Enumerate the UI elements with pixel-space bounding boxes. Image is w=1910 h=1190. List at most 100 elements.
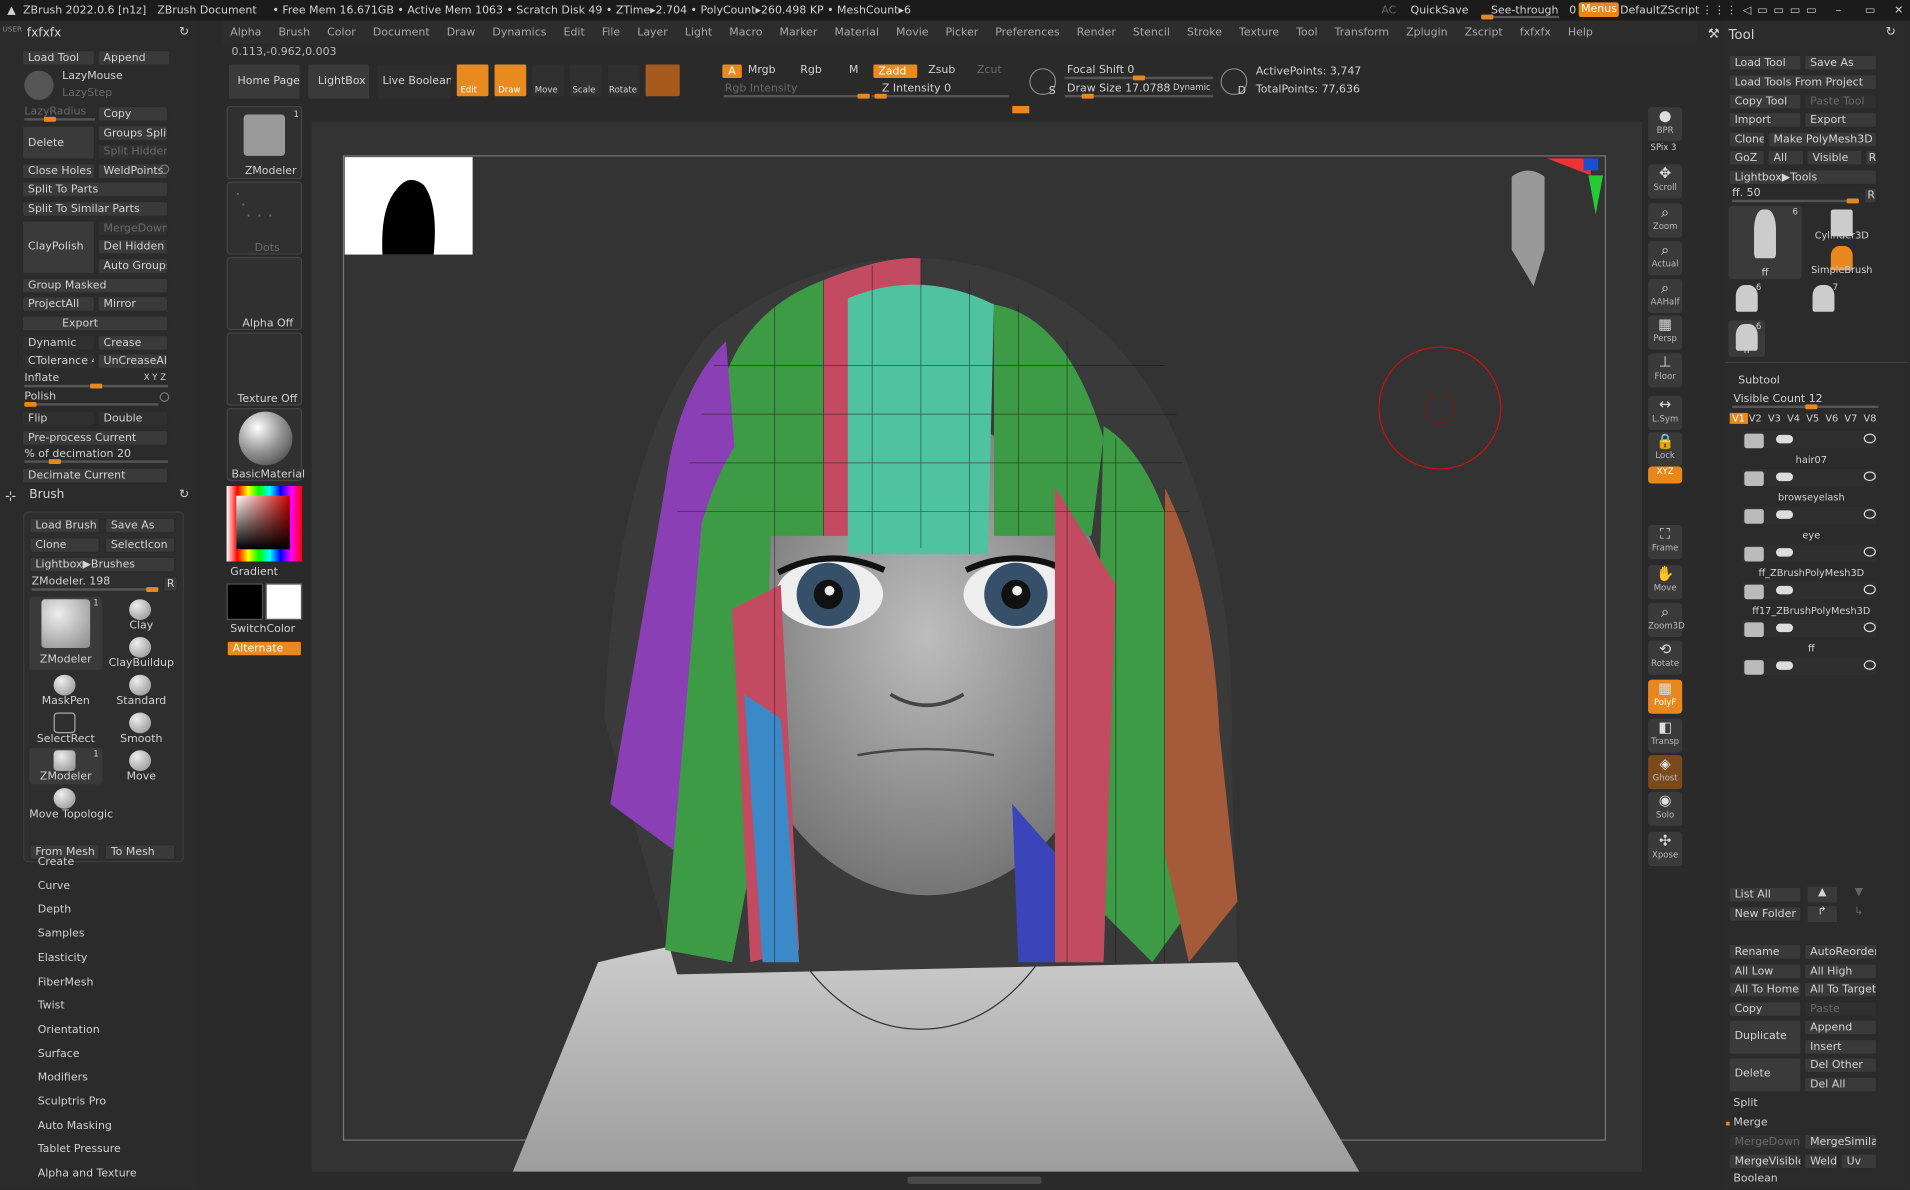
view-rotate-button[interactable]: ⟲ Rotate [1648,640,1683,675]
folder-arrow-icon[interactable]: ↱ [1807,906,1837,923]
auto-groups-button[interactable]: Auto Groups [97,258,169,275]
tool-clone-button[interactable]: Clone [1728,131,1766,148]
folder-out-icon[interactable]: ↳ [1844,906,1873,922]
view-scroll-button[interactable]: ✥ Scroll [1648,164,1683,199]
version-v2[interactable]: V2 [1749,413,1762,424]
version-v5[interactable]: V5 [1806,413,1819,424]
tool-export-button[interactable]: Export [1804,112,1878,128]
zcut-button[interactable]: Zcut [977,65,1002,77]
submenu-samples[interactable]: Samples [38,928,85,940]
brush-item[interactable]: Clay [105,597,178,634]
mergevisible-button[interactable]: MergeVisible [1728,1153,1802,1170]
brush-menu-grip-icon[interactable]: ⊹ [5,488,16,504]
polish-toggle-icon[interactable] [159,392,170,402]
uncreaseall-button[interactable]: UnCreaseAll [97,353,169,370]
submenu-fibermesh[interactable]: FiberMesh [38,976,94,988]
inflate-slider[interactable]: Inflate [24,373,59,385]
brush-item[interactable]: Standard [105,672,178,709]
close-icon[interactable]: ✕ [1894,4,1903,16]
subtool-title[interactable]: Subtool [1738,375,1780,387]
toggle-icon[interactable] [1775,434,1794,444]
submenu-twist[interactable]: Twist [38,1000,65,1012]
inflate-track[interactable] [24,383,169,389]
refresh-icon[interactable]: ↻ [179,26,189,39]
tool-load-button[interactable]: Load Tool [1728,54,1802,71]
menu-layer[interactable]: Layer [637,26,668,38]
tool-thumb[interactable]: Cylinder3D [1808,206,1876,243]
claypolish-button[interactable]: ClayPolish [21,220,96,275]
z-intensity-track[interactable] [872,93,1009,99]
menu-movie[interactable]: Movie [896,26,928,38]
flip-button[interactable]: Flip [21,410,96,427]
menu-render[interactable]: Render [1077,26,1116,38]
goz-r-button[interactable]: R [1864,149,1878,166]
tool-thumb[interactable]: 6 ff [1728,205,1802,279]
rename-button[interactable]: Rename [1728,943,1802,960]
delete-button[interactable]: Delete [21,125,96,160]
subtool-name[interactable]: eye [1747,530,1876,541]
rgb-button[interactable]: Rgb [800,65,822,77]
see-through-slider[interactable]: See-through 0 [1487,4,1580,16]
version-v3[interactable]: V3 [1768,413,1781,424]
version-v7[interactable]: V7 [1844,413,1857,424]
decimation-slider[interactable]: % of decimation 20 [24,448,131,460]
subtool-name[interactable]: ff_ZBrushPolyMesh3D [1747,568,1876,579]
view-bpr-button[interactable]: ● BPR SPix 3 [1648,107,1683,152]
submenu-surface[interactable]: Surface [38,1048,80,1060]
boolean-section[interactable]: Boolean [1733,1173,1777,1185]
minimize-icon[interactable]: – [1836,4,1841,16]
focal-shift-track[interactable] [1064,75,1214,81]
preprocess-current-button[interactable]: Pre-process Current [21,429,169,446]
menu-dynamics[interactable]: Dynamics [492,26,546,38]
current-tool-slider[interactable]: ff. 50 [1732,188,1760,200]
alternate-button[interactable]: Alternate [226,640,303,657]
submenu-elasticity[interactable]: Elasticity [38,952,88,964]
material-swatch[interactable]: BasicMaterial [226,408,305,482]
bottom-shelf-handle[interactable] [907,1176,1042,1184]
gyro-button[interactable] [644,63,681,98]
mergedown-button[interactable]: MergeDown [97,220,169,237]
eye-icon[interactable] [1863,622,1876,633]
menu-brush[interactable]: Brush [278,26,310,38]
maximize-icon[interactable]: ▭ [1865,4,1875,16]
menu-light[interactable]: Light [685,26,712,38]
load-tool-button[interactable]: Load Tool [21,49,96,66]
menu-document[interactable]: Document [373,26,430,38]
split-section[interactable]: Split [1733,1097,1757,1109]
selecticon-button[interactable]: SelectIcon [104,537,176,553]
load-from-project-button[interactable]: Load Tools From Project [1728,74,1878,91]
eye-icon[interactable] [1863,433,1876,444]
rotate-button[interactable]: Rotate [606,63,641,98]
to-mesh-button[interactable]: To Mesh [104,844,176,860]
all-high-button[interactable]: All High [1804,963,1878,980]
view-persp-button[interactable]: ▦ Persp [1648,315,1683,350]
submenu-alpha-and-texture[interactable]: Alpha and Texture [38,1168,137,1180]
brush-reset-button[interactable]: R [163,576,178,592]
zadd-button[interactable]: Zadd [872,63,919,80]
lazymouse-button[interactable]: LazyMouse [62,71,123,83]
view-move-button[interactable]: ✋ Move [1648,565,1683,600]
make-polymesh-button[interactable]: Make PolyMesh3D [1767,131,1878,148]
z-intensity-slider[interactable]: Z Intensity 0 [882,83,951,95]
append-button[interactable]: Append [1804,1019,1878,1036]
submenu-modifiers[interactable]: Modifiers [38,1072,88,1084]
view-xpose-button[interactable]: ✣ Xpose [1648,831,1683,866]
new-folder-button[interactable]: New Folder [1728,906,1802,923]
current-tool-swatch[interactable]: 1 ZModeler [226,105,303,180]
tool-save-as-button[interactable]: Save As [1804,54,1878,71]
subtool-name[interactable]: ff [1747,643,1876,654]
timeline-marker[interactable] [1012,105,1030,114]
save-brush-as-button[interactable]: Save As [104,517,176,534]
menu-macro[interactable]: Macro [729,26,762,38]
rgb-intensity-track[interactable] [723,93,870,99]
stroke-swatch[interactable]: · · · · · Dots [226,181,303,255]
alpha-swatch[interactable]: Alpha Off [226,256,303,331]
mirror-button[interactable]: Mirror [97,295,169,312]
mergesimilar-button[interactable]: MergeSimilar [1804,1133,1878,1150]
tool-thumb[interactable]: 6 [1728,281,1765,318]
view-ghost-button[interactable]: ◈ Ghost [1648,755,1683,790]
secondary-color-swatch[interactable] [226,583,264,620]
eye-icon[interactable] [1863,584,1876,595]
groups-split-button[interactable]: Groups Split [97,125,169,142]
dynamic-button[interactable]: Dynamic [21,334,96,351]
